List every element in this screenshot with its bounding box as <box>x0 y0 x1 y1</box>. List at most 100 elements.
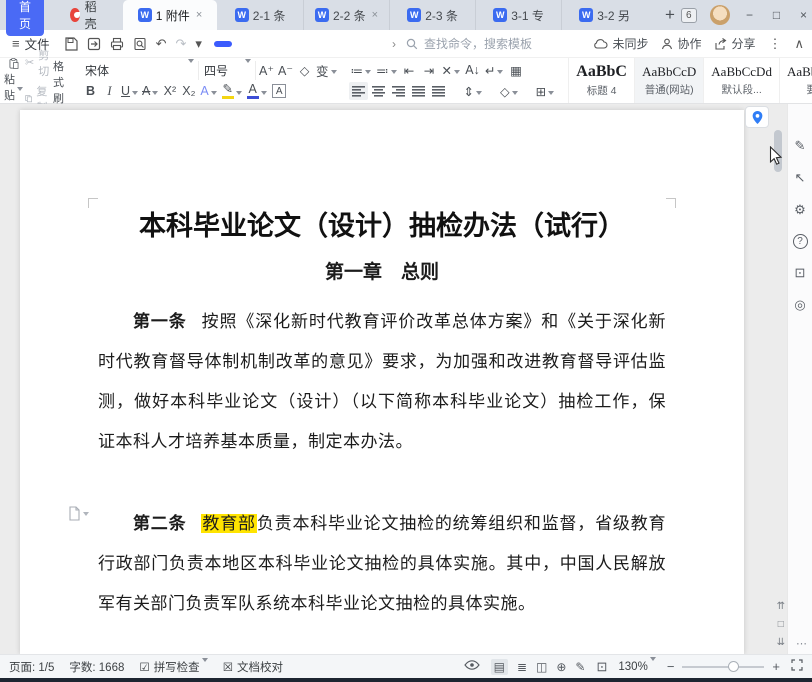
notification-badge[interactable]: 6 <box>681 8 697 23</box>
align-left-icon[interactable] <box>349 82 368 100</box>
clear-format-icon[interactable]: ◇ <box>295 61 314 79</box>
spell-check-toggle[interactable]: ☑ 拼写检查 <box>139 659 207 675</box>
quick-access-icon[interactable]: ◎ <box>794 297 805 313</box>
justify-icon[interactable] <box>409 82 428 100</box>
style-default-para[interactable]: AaBbCcDd 默认段... <box>703 58 779 103</box>
close-button[interactable]: × <box>797 8 811 22</box>
eye-protect-icon[interactable] <box>464 660 480 673</box>
zoom-slider[interactable] <box>682 666 764 668</box>
share-button[interactable]: 分享 <box>714 35 755 52</box>
print-icon[interactable] <box>110 37 124 51</box>
ribbon-tab-insert[interactable] <box>234 41 252 47</box>
new-tab-button[interactable]: + <box>659 5 681 25</box>
rail-more-icon[interactable]: ⋯ <box>796 637 809 650</box>
fullscreen-icon[interactable] <box>791 659 803 674</box>
align-center-icon[interactable] <box>369 82 388 100</box>
text-effects-icon[interactable]: A <box>198 82 218 100</box>
shading-icon[interactable]: ◇ <box>485 82 520 100</box>
ribbon-tab-view[interactable] <box>314 41 332 47</box>
font-name-select[interactable]: 宋体 <box>81 61 199 80</box>
outline-view-icon[interactable]: ≣ <box>517 660 527 674</box>
help-icon[interactable]: ? <box>793 234 808 249</box>
select-tool-icon[interactable]: ↖ <box>795 170 806 186</box>
vertical-scrollbar[interactable] <box>772 104 784 594</box>
undo-icon[interactable]: ↶ <box>156 36 167 52</box>
doc-tab-2-2[interactable]: W 2-2 条 × <box>303 0 389 30</box>
doc-tab-2-3[interactable]: W 2-3 条 <box>389 0 475 30</box>
zoom-level[interactable]: 130% <box>618 661 655 673</box>
collaborate-button[interactable]: 协作 <box>661 35 701 52</box>
align-right-icon[interactable] <box>389 82 408 100</box>
doc-tab-3-2[interactable]: W 3-2 另 <box>561 0 647 30</box>
zoom-slider-knob[interactable] <box>728 661 739 672</box>
decrease-indent-icon[interactable]: ⇤ <box>400 61 419 79</box>
numbered-list-icon[interactable]: ≕ <box>374 61 399 79</box>
image-tool-icon[interactable]: ⊡ <box>795 265 806 281</box>
sync-status-button[interactable]: 未同步 <box>593 35 648 52</box>
ribbon-tab-member[interactable] <box>374 41 392 47</box>
web-view-icon[interactable]: ⊕ <box>556 660 566 674</box>
select-browse-object-icon[interactable]: □ <box>778 619 784 630</box>
document-page[interactable]: 本科毕业论文（设计）抽检办法（试行） 第一章 总则 第一条按照《深化新时代教育评… <box>20 110 744 654</box>
word-count[interactable]: 字数: 1668 <box>69 659 124 675</box>
ribbon-overflow-icon[interactable]: › <box>392 37 396 51</box>
format-painter-button[interactable]: 格式刷 <box>53 58 71 103</box>
page-view-icon[interactable]: ▤ <box>491 659 508 675</box>
ink-icon[interactable]: ✎ <box>575 660 585 674</box>
decrease-font-icon[interactable]: A⁻ <box>276 61 295 79</box>
zoom-in-button[interactable]: + <box>772 659 780 674</box>
increase-font-icon[interactable]: A⁺ <box>257 61 276 79</box>
more-menu-icon[interactable]: ⋮ <box>768 36 781 52</box>
ribbon-tab-section[interactable] <box>334 41 352 47</box>
style-key-points[interactable]: AaBbCcDc 要点 <box>779 58 812 103</box>
doc-tab-2-1[interactable]: W 2-1 条 <box>217 0 303 30</box>
strikethrough-icon[interactable]: A <box>140 82 160 100</box>
ribbon-tab-home[interactable] <box>214 41 232 47</box>
italic-icon[interactable]: I <box>100 82 119 100</box>
avatar[interactable] <box>710 5 730 25</box>
paste-options-icon[interactable] <box>68 506 89 521</box>
close-tab-icon[interactable]: × <box>372 9 378 21</box>
ribbon-tab-page-layout[interactable] <box>254 41 272 47</box>
ribbon-tab-dev-tools[interactable] <box>354 41 372 47</box>
bold-icon[interactable]: B <box>81 82 100 100</box>
bullet-list-icon[interactable]: ≔ <box>349 61 374 79</box>
export-pdf-icon[interactable] <box>87 37 101 51</box>
font-color-icon[interactable]: A <box>245 82 269 100</box>
read-view-icon[interactable]: ◫ <box>536 660 547 674</box>
underline-icon[interactable]: U <box>119 82 140 100</box>
home-tab[interactable]: 首页 <box>6 0 44 36</box>
text-tool-icon[interactable]: ▦ <box>506 61 525 79</box>
paragraph-mark-icon[interactable]: ↵ <box>483 61 505 79</box>
pinyin-guide-icon[interactable]: 变 <box>314 61 339 79</box>
paste-button[interactable]: 粘贴 <box>4 58 23 103</box>
font-size-select[interactable]: 四号 <box>200 61 256 80</box>
style-normal-web[interactable]: AaBbCcD 普通(网站) <box>634 58 703 103</box>
doc-tab-3-1[interactable]: W 3-1 专 <box>475 0 561 30</box>
redo-icon[interactable]: ↷ <box>176 36 187 52</box>
increase-indent-icon[interactable]: ⇥ <box>420 61 439 79</box>
chinese-layout-icon[interactable]: ✕ <box>440 61 462 79</box>
distribute-icon[interactable] <box>429 82 448 100</box>
location-pin-button[interactable] <box>745 106 769 128</box>
highlight-color-icon[interactable]: ✎ <box>220 82 244 100</box>
style-heading-4[interactable]: AaBbC 标题 4 <box>568 58 634 103</box>
ribbon-tab-references[interactable] <box>274 41 292 47</box>
subscript-icon[interactable]: X₂ <box>179 82 198 100</box>
edit-pen-icon[interactable]: ✎ <box>795 138 806 154</box>
next-page-icon[interactable]: ⇊ <box>777 637 785 648</box>
sort-icon[interactable]: A↓ <box>463 61 482 79</box>
zoom-out-button[interactable]: − <box>667 659 675 674</box>
superscript-icon[interactable]: X² <box>160 82 179 100</box>
fit-page-icon[interactable]: ⊡ <box>596 659 607 675</box>
doc-tab-1-attachment[interactable]: W 1 附件 × <box>123 0 217 30</box>
document-proofread-toggle[interactable]: ☒ 文档校对 <box>223 659 283 675</box>
previous-page-icon[interactable]: ⇈ <box>777 601 785 612</box>
docer-tab[interactable]: 稻壳 <box>70 0 101 32</box>
collapse-ribbon-icon[interactable]: ∧ <box>794 36 804 52</box>
minimize-button[interactable]: − <box>743 8 757 22</box>
quick-access-caret-icon[interactable]: ▾ <box>195 36 202 52</box>
save-icon[interactable] <box>64 37 78 51</box>
adjust-settings-icon[interactable]: ⚙ <box>794 202 806 218</box>
print-preview-icon[interactable] <box>133 37 147 51</box>
